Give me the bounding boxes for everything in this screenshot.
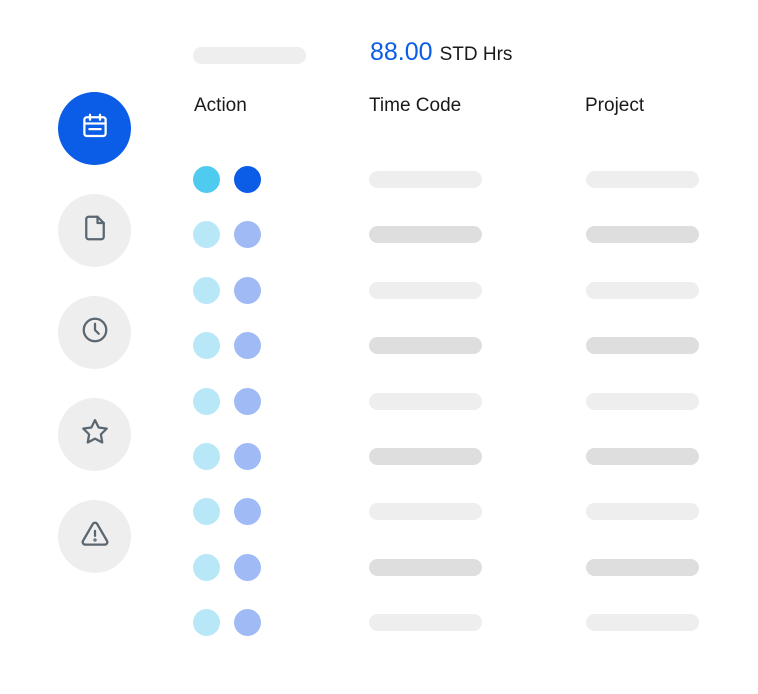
action-dot-secondary[interactable] xyxy=(234,442,261,470)
project-placeholder xyxy=(586,447,699,465)
project-placeholder xyxy=(586,337,699,355)
action-dot-primary[interactable] xyxy=(193,498,220,526)
time-code-placeholder xyxy=(369,171,482,188)
action-dot-primary[interactable] xyxy=(193,221,220,249)
column-header-project: Project xyxy=(585,95,645,116)
hours-unit: STD Hrs xyxy=(439,44,513,65)
time-code-placeholder xyxy=(369,392,482,410)
action-dot-primary[interactable] xyxy=(193,387,220,415)
calendar-icon xyxy=(80,111,110,146)
action-dot-secondary[interactable] xyxy=(234,221,261,249)
table-row[interactable] xyxy=(0,553,758,608)
time-code-placeholder xyxy=(369,447,482,465)
project-placeholder xyxy=(586,281,699,299)
action-dot-secondary[interactable] xyxy=(234,387,261,415)
action-dot-secondary[interactable] xyxy=(234,332,261,360)
table-row[interactable] xyxy=(0,220,758,275)
project-placeholder xyxy=(586,503,699,521)
placeholder-pill xyxy=(193,47,306,64)
time-code-placeholder xyxy=(369,226,482,244)
table-row[interactable] xyxy=(0,387,758,442)
table-row[interactable] xyxy=(0,276,758,331)
action-dot-primary[interactable] xyxy=(193,553,220,581)
table-body xyxy=(0,165,758,664)
action-dot-secondary[interactable] xyxy=(234,553,261,581)
time-code-placeholder xyxy=(369,614,482,632)
action-dot-primary[interactable] xyxy=(193,442,220,470)
hours-summary: 88.00 STD Hrs xyxy=(370,38,512,67)
project-placeholder xyxy=(586,392,699,410)
time-code-placeholder xyxy=(369,503,482,521)
project-placeholder xyxy=(586,558,699,576)
action-dot-primary[interactable] xyxy=(193,276,220,304)
project-placeholder xyxy=(586,226,699,244)
action-dot-primary[interactable] xyxy=(193,332,220,360)
column-header-time-code: Time Code xyxy=(369,95,462,116)
action-dot-secondary[interactable] xyxy=(234,166,261,193)
table-row[interactable] xyxy=(0,442,758,497)
hours-value: 88.00 xyxy=(370,38,433,66)
project-placeholder xyxy=(586,171,699,188)
table-row[interactable] xyxy=(0,608,758,663)
action-dot-secondary[interactable] xyxy=(234,276,261,304)
action-dot-secondary[interactable] xyxy=(234,609,261,637)
action-dot-primary[interactable] xyxy=(193,166,220,193)
time-code-placeholder xyxy=(369,281,482,299)
table-row[interactable] xyxy=(0,497,758,552)
table-row[interactable] xyxy=(0,331,758,386)
action-dot-primary[interactable] xyxy=(193,609,220,637)
time-code-placeholder xyxy=(369,558,482,576)
action-dot-secondary[interactable] xyxy=(234,498,261,526)
table-row[interactable] xyxy=(0,165,758,220)
time-code-placeholder xyxy=(369,337,482,355)
column-header-action: Action xyxy=(194,95,247,116)
sidebar-item-calendar[interactable] xyxy=(58,92,131,165)
project-placeholder xyxy=(586,614,699,632)
